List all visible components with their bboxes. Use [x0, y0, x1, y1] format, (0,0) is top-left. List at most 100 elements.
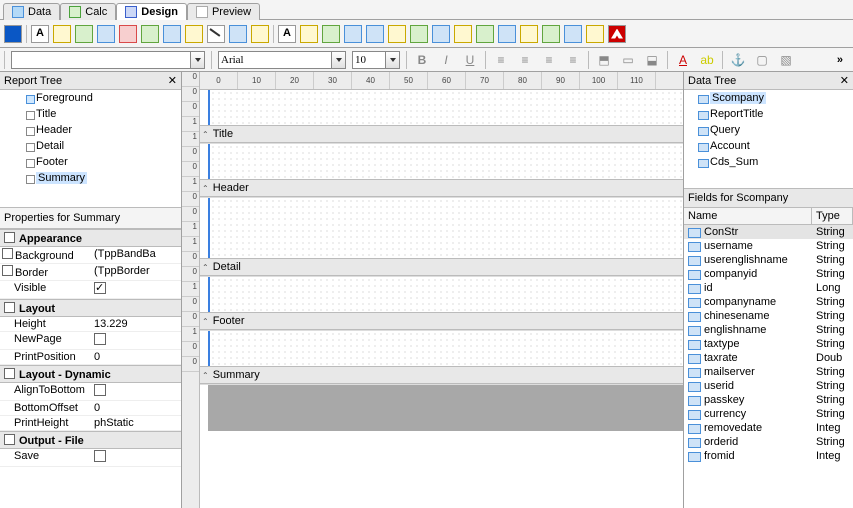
field-row[interactable]: passkeyString — [684, 393, 853, 407]
bold-button[interactable]: B — [413, 51, 431, 69]
field-row[interactable]: usernameString — [684, 239, 853, 253]
highlight-color[interactable]: ab — [698, 51, 716, 69]
dbbarcode-tool[interactable] — [388, 25, 406, 43]
band-footer[interactable]: Footer — [200, 277, 683, 331]
field-row[interactable]: ConStrString — [684, 225, 853, 239]
align-center[interactable]: ≡ — [516, 51, 534, 69]
field-row[interactable]: currencyString — [684, 407, 853, 421]
fields-list[interactable]: ConStrStringusernameStringuserenglishnam… — [684, 225, 853, 508]
field-row[interactable]: removedateInteg — [684, 421, 853, 435]
fill-button[interactable]: ▧ — [777, 51, 795, 69]
field-row[interactable]: companynameString — [684, 295, 853, 309]
prop-row[interactable]: PrintPosition0 — [0, 350, 181, 365]
report-bands[interactable]: Title HeaderDetail Footer Summary — [200, 90, 683, 508]
prop-row[interactable]: Border(TppBorder — [0, 264, 181, 281]
band-detail[interactable]: Detail — [200, 198, 683, 277]
data-tree-node[interactable]: Query — [684, 122, 853, 138]
fields-columns[interactable]: Name Type — [684, 208, 853, 225]
valign-top[interactable]: ⬒ — [595, 51, 613, 69]
band-header[interactable]: Header — [200, 144, 683, 198]
style-input[interactable] — [11, 51, 191, 69]
anchor-button[interactable]: ⚓ — [729, 51, 747, 69]
border-button[interactable]: ▢ — [753, 51, 771, 69]
select-tool[interactable] — [4, 25, 22, 43]
band-label[interactable]: Footer — [200, 312, 683, 330]
italic-button[interactable]: I — [437, 51, 455, 69]
field-row[interactable]: orderidString — [684, 435, 853, 449]
field-row[interactable]: companyidString — [684, 267, 853, 281]
field-row[interactable]: fromidInteg — [684, 449, 853, 463]
shape-tool[interactable] — [163, 25, 181, 43]
tab-data[interactable]: Data — [3, 3, 60, 20]
prop-category[interactable]: Appearance — [0, 229, 181, 247]
crosstab-tool[interactable] — [542, 25, 560, 43]
report-tree-node[interactable]: Title — [0, 106, 181, 122]
font-color[interactable]: A — [674, 51, 692, 69]
size-combo[interactable] — [352, 51, 400, 69]
report-tree-node[interactable]: Header — [0, 122, 181, 138]
close-icon[interactable]: ✕ — [168, 74, 177, 87]
band-title[interactable]: Title — [200, 90, 683, 144]
region-tool[interactable] — [498, 25, 516, 43]
prop-row[interactable]: BottomOffset0 — [0, 401, 181, 416]
prop-row[interactable]: PrintHeightphStatic — [0, 416, 181, 431]
field-row[interactable]: englishnameString — [684, 323, 853, 337]
align-justify[interactable]: ≡ — [564, 51, 582, 69]
prop-row[interactable]: Height13.229 — [0, 317, 181, 332]
prop-category[interactable]: Output - File — [0, 431, 181, 449]
2dbarcode-tool[interactable] — [251, 25, 269, 43]
richtext-tool[interactable] — [75, 25, 93, 43]
dbtext-tool[interactable] — [278, 25, 296, 43]
table-tool[interactable] — [564, 25, 582, 43]
prop-category[interactable]: Layout — [0, 299, 181, 317]
image-tool[interactable] — [141, 25, 159, 43]
valign-bot[interactable]: ⬓ — [643, 51, 661, 69]
tab-design[interactable]: Design — [116, 3, 187, 20]
report-tree-node[interactable]: Summary — [0, 170, 181, 186]
valign-mid[interactable]: ▭ — [619, 51, 637, 69]
db2dbarcode-tool[interactable] — [410, 25, 428, 43]
underline-button[interactable]: U — [461, 51, 479, 69]
field-row[interactable]: mailserverString — [684, 365, 853, 379]
data-tree-node[interactable]: Cds_Sum — [684, 154, 853, 170]
band-label[interactable]: Title — [200, 125, 683, 143]
band-label[interactable]: Header — [200, 179, 683, 197]
prop-row[interactable]: Background(TppBandBa — [0, 247, 181, 264]
align-left[interactable]: ≡ — [492, 51, 510, 69]
pdf-tool[interactable] — [608, 25, 626, 43]
tab-preview[interactable]: Preview — [187, 3, 260, 20]
prop-row[interactable]: Visible — [0, 281, 181, 299]
chart-tool[interactable] — [185, 25, 203, 43]
style-combo[interactable] — [11, 51, 205, 69]
report-tree-node[interactable]: Detail — [0, 138, 181, 154]
font-input[interactable] — [218, 51, 332, 69]
field-row[interactable]: idLong — [684, 281, 853, 295]
pagebreak-tool[interactable] — [520, 25, 538, 43]
report-tree[interactable]: ForegroundTitleHeaderDetailFooterSummary — [0, 90, 181, 207]
line-tool[interactable] — [207, 25, 225, 43]
dbmemo-tool[interactable] — [300, 25, 318, 43]
dbimage-tool[interactable] — [366, 25, 384, 43]
subreport-tool[interactable] — [476, 25, 494, 43]
prop-category[interactable]: Layout - Dynamic — [0, 365, 181, 383]
font-combo[interactable] — [218, 51, 346, 69]
dbchart-tool[interactable] — [432, 25, 450, 43]
chevron-down-icon[interactable] — [386, 51, 400, 69]
variable-tool[interactable] — [119, 25, 137, 43]
design-canvas[interactable]: 00011001001100100100 0102030405060708090… — [182, 72, 683, 508]
dbrichtext-tool[interactable] — [322, 25, 340, 43]
prop-row[interactable]: AlignToBottom — [0, 383, 181, 401]
tab-calc[interactable]: Calc — [60, 3, 116, 20]
band-summary[interactable]: Summary — [200, 331, 683, 385]
dbcheckbox-tool[interactable] — [454, 25, 472, 43]
field-row[interactable]: taxrateDoub — [684, 351, 853, 365]
dbcalc-tool[interactable] — [344, 25, 362, 43]
toolbar-overflow[interactable]: » — [831, 54, 849, 66]
map-tool[interactable] — [586, 25, 604, 43]
band-label[interactable]: Summary — [200, 366, 683, 384]
data-tree[interactable]: ScompanyReportTitleQueryAccountCds_Sum — [684, 90, 853, 188]
field-row[interactable]: taxtypeString — [684, 337, 853, 351]
report-tree-node[interactable]: Foreground — [0, 90, 181, 106]
label-tool[interactable] — [31, 25, 49, 43]
properties-grid[interactable]: AppearanceBackground(TppBandBaBorder(Tpp… — [0, 229, 181, 508]
